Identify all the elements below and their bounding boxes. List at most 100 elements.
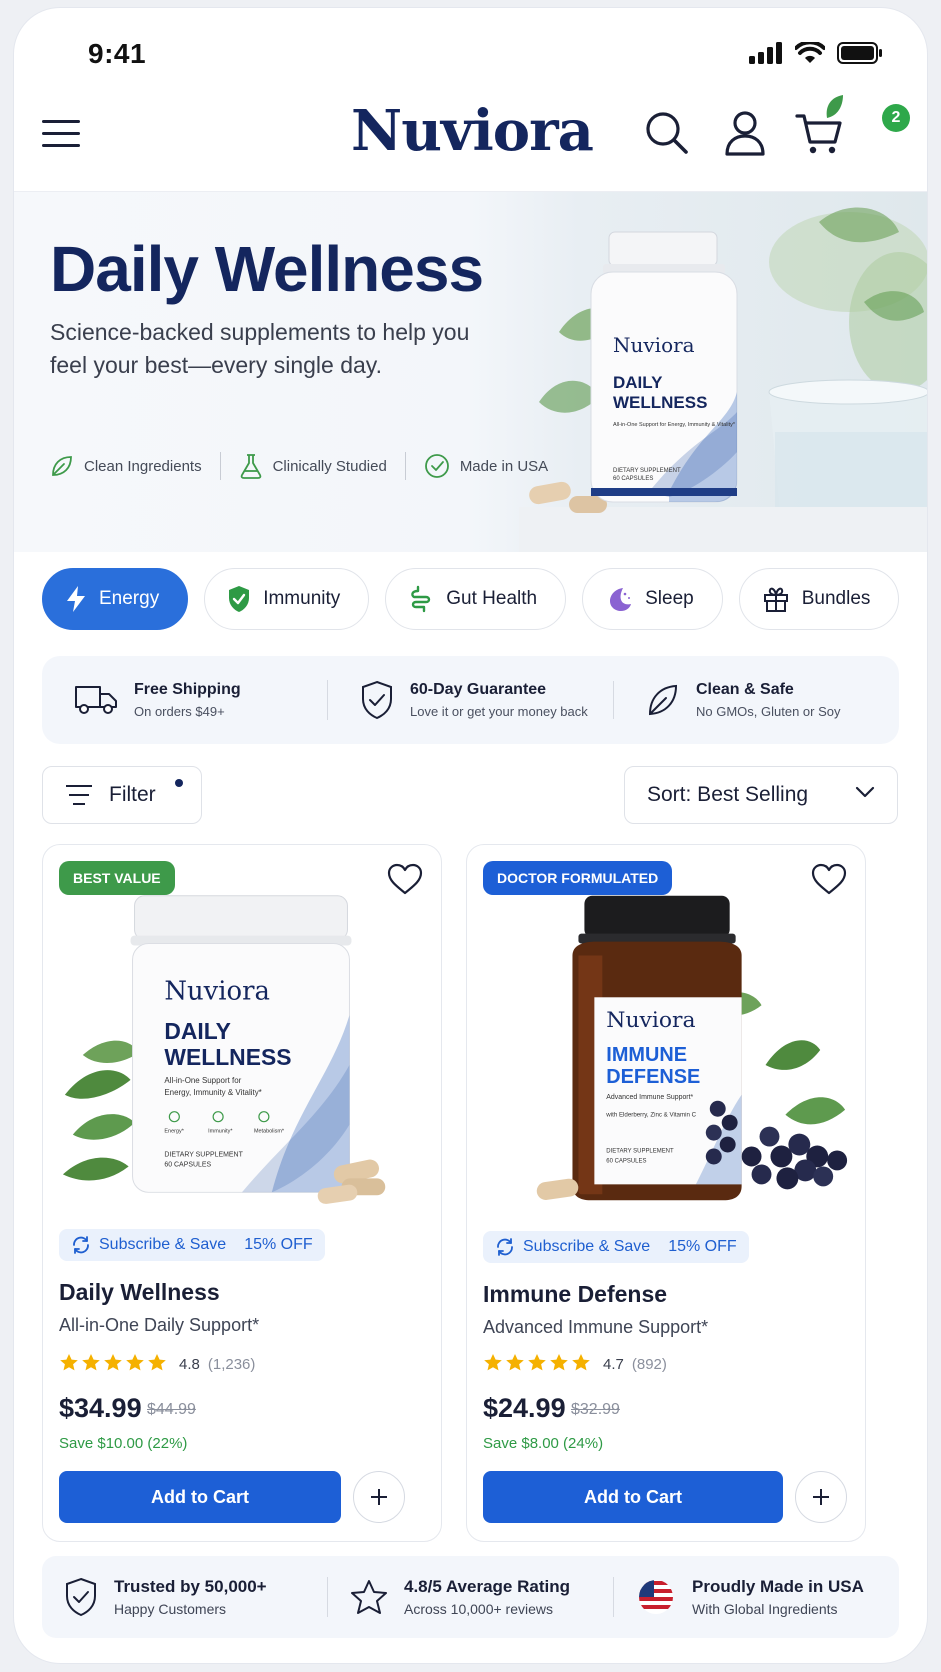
category-label: Energy — [99, 588, 160, 609]
trust-made-in-usa: Proudly Made in USA With Global Ingredie… — [613, 1577, 899, 1617]
hero-title: Daily Wellness — [50, 233, 484, 305]
product-card[interactable]: DOCTOR FORMULATED Nuviora IMMUNE DEFENSE… — [466, 844, 866, 1542]
star-icon — [528, 1354, 546, 1371]
quick-add-button[interactable] — [795, 1471, 847, 1523]
star-rating — [59, 1353, 169, 1376]
category-bundles[interactable]: Bundles — [738, 568, 900, 630]
label-footer2: 60 CAPSULES — [164, 1161, 211, 1168]
benefit-guarantee: 60-Day Guarantee Love it or get your mon… — [327, 680, 613, 720]
app-header: Nuviora 2 — [14, 88, 927, 192]
hero-badges: Clean Ingredients Clinically Studied Mad… — [50, 452, 548, 480]
trust-customers: Trusted by 50,000+ Happy Customers — [42, 1577, 327, 1617]
status-bar: 9:41 — [14, 8, 927, 88]
star-icon — [550, 1354, 568, 1371]
review-count[interactable]: (892) — [632, 1356, 667, 1373]
badge-clinically-studied: Clinically Studied — [239, 453, 387, 479]
product-description: Advanced Immune Support* — [483, 1317, 709, 1337]
quick-add-button[interactable] — [353, 1471, 405, 1523]
category-label: Bundles — [801, 588, 871, 609]
trust-title: 4.8/5 Average Rating — [404, 1577, 570, 1596]
bottle-brand: Nuviora — [613, 333, 695, 357]
menu-icon[interactable] — [42, 118, 82, 150]
trust-title: Proudly Made in USA — [692, 1577, 864, 1596]
brand-logo[interactable]: Nuviora — [351, 95, 843, 164]
heart-icon[interactable] — [387, 863, 423, 895]
category-gut-health[interactable]: Gut Health — [385, 568, 567, 630]
truck-icon — [75, 686, 117, 714]
category-energy[interactable]: Energy — [42, 568, 189, 630]
add-to-cart-button[interactable]: Add to Cart — [59, 1471, 341, 1523]
divider — [219, 452, 221, 480]
subscribe-label: Subscribe & Save — [523, 1238, 651, 1255]
plus-icon — [813, 1489, 829, 1505]
refresh-icon — [73, 1236, 89, 1254]
trust-sub: Across 10,000+ reviews — [404, 1601, 554, 1617]
divider — [404, 452, 406, 480]
trust-title: Trusted by 50,000+ — [114, 1577, 267, 1596]
product-image: Nuviora DAILY WELLNESS All-in-One Suppor… — [62, 895, 386, 1204]
add-to-cart-button[interactable]: Add to Cart — [483, 1471, 783, 1523]
subscribe-save-badge[interactable]: Subscribe & Save 15% OFF — [483, 1231, 749, 1263]
badge-label: Clean Ingredients — [84, 457, 202, 475]
rating-value: 4.8 — [179, 1356, 200, 1373]
trust-strip: Trusted by 50,000+ Happy Customers 4.8/5… — [42, 1556, 899, 1638]
discount-label: 15% OFF — [668, 1238, 737, 1255]
status-time: 9:41 — [88, 38, 147, 69]
subscribe-save-badge[interactable]: Subscribe & Save 15% OFF — [59, 1229, 325, 1261]
star-icon — [126, 1354, 144, 1371]
category-sleep[interactable]: Sleep — [582, 568, 723, 630]
account-icon[interactable] — [720, 108, 770, 158]
hero-banner: Daily Wellness Science-backed supplement… — [14, 192, 927, 552]
product-price: $34.99 — [59, 1393, 142, 1423]
discount-label: 15% OFF — [244, 1236, 313, 1253]
badge-clean-ingredients: Clean Ingredients — [50, 454, 202, 478]
moon-icon — [610, 588, 632, 611]
trust-rating: 4.8/5 Average Rating Across 10,000+ revi… — [327, 1577, 613, 1617]
label-brand: Nuviora — [164, 976, 270, 1006]
phone-screen: 9:41 Nuviora 2 Daily Wellness Science-ba… — [14, 8, 927, 1663]
product-description: All-in-One Daily Support* — [59, 1315, 260, 1335]
plus-icon — [371, 1489, 387, 1505]
bottle-footer2: 60 CAPSULES — [613, 476, 653, 482]
star-rating — [483, 1353, 593, 1376]
bottle-line1: DAILY — [613, 373, 663, 392]
label-line2: WELLNESS — [164, 1044, 291, 1070]
filter-icon — [66, 785, 92, 805]
product-price: $24.99 — [483, 1393, 566, 1423]
rating-value: 4.7 — [603, 1356, 624, 1373]
battery-icon — [837, 42, 882, 64]
product-name[interactable]: Daily Wellness — [59, 1279, 220, 1306]
category-pills: Energy Immunity Gut Health Sleep Bundles — [42, 568, 900, 630]
label-line1: IMMUNE — [606, 1044, 687, 1066]
us-flag-icon — [639, 1580, 673, 1614]
bottle-line2: WELLNESS — [613, 393, 707, 412]
filter-button[interactable]: Filter — [42, 766, 202, 824]
benefit-free-shipping: Free Shipping On orders $49+ — [42, 681, 327, 719]
sort-label: Sort: Best Selling — [647, 783, 809, 806]
category-label: Immunity — [263, 588, 341, 609]
star-icon — [484, 1354, 502, 1371]
shield-icon — [66, 1577, 96, 1617]
shield-check-icon — [229, 586, 250, 612]
cart-count-badge: 2 — [882, 104, 910, 132]
star-icon — [351, 1580, 387, 1614]
filter-label: Filter — [109, 783, 156, 806]
benefit-sub: On orders $49+ — [134, 704, 225, 719]
label-footer1: DIETARY SUPPLEMENT — [606, 1149, 674, 1155]
sort-dropdown[interactable]: Sort: Best Selling — [624, 766, 898, 824]
product-card[interactable]: BEST VALUE Nuviora DAILY WELLNESS All-in… — [42, 844, 442, 1542]
hero-subtitle: Science-backed supplements to help you f… — [50, 319, 470, 378]
product-savings: Save $10.00 (22%) — [59, 1435, 188, 1452]
star-icon — [82, 1354, 100, 1371]
category-immunity[interactable]: Immunity — [204, 568, 370, 630]
label-brand: Nuviora — [606, 1008, 695, 1033]
signal-icon — [749, 42, 782, 64]
cart-icon[interactable] — [794, 108, 844, 158]
product-name[interactable]: Immune Defense — [483, 1281, 667, 1308]
benefits-strip: Free Shipping On orders $49+ 60-Day Guar… — [42, 656, 899, 744]
heart-icon[interactable] — [811, 863, 847, 895]
star-icon — [572, 1354, 590, 1371]
review-count[interactable]: (1,236) — [208, 1356, 256, 1373]
search-icon[interactable] — [642, 108, 692, 158]
logo-text: Nuviora — [351, 98, 594, 164]
